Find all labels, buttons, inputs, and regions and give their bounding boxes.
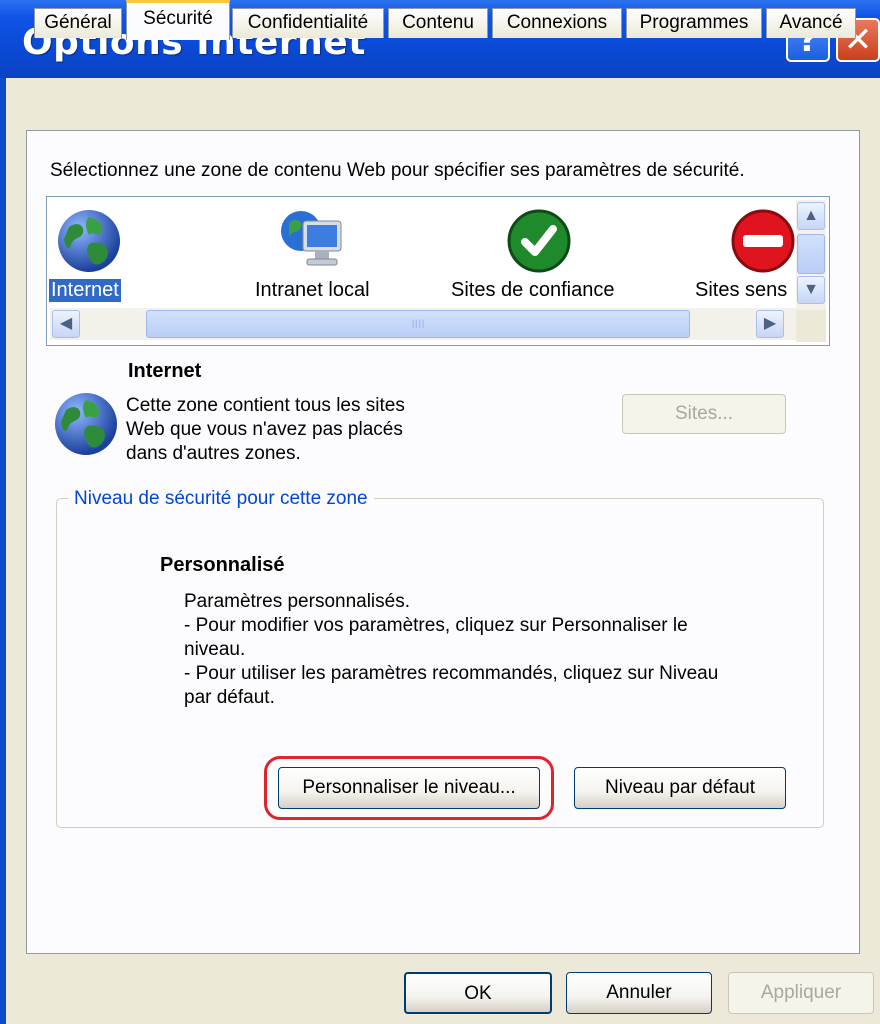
- security-level-title: Personnalisé: [160, 554, 285, 576]
- intranet-icon[interactable]: [277, 207, 345, 275]
- level-desc-line: Paramètres personnalisés.: [184, 591, 410, 612]
- level-desc-line: par défaut.: [184, 687, 275, 708]
- custom-level-button[interactable]: Personnaliser le niveau...: [278, 767, 540, 809]
- ok-button[interactable]: OK: [404, 972, 552, 1014]
- zone-instruction: Sélectionnez une zone de contenu Web pou…: [50, 160, 745, 181]
- security-level-description: Paramètres personnalisés. - Pour modifie…: [184, 590, 804, 710]
- tab-advanced[interactable]: Avancé: [766, 8, 856, 38]
- vertical-scrollbar[interactable]: ▲ ▼: [796, 200, 826, 310]
- zone-label-internet[interactable]: Internet: [49, 279, 121, 302]
- tab-privacy[interactable]: Confidentialité: [232, 8, 384, 38]
- scroll-right-button[interactable]: ▶: [756, 310, 784, 338]
- zone-label-trusted[interactable]: Sites de confiance: [451, 279, 614, 302]
- zone-desc-line: Cette zone contient tous les sites: [126, 395, 405, 416]
- tab-programs[interactable]: Programmes: [626, 8, 762, 38]
- horizontal-scrollbar[interactable]: ◀ IIII ▶: [50, 308, 796, 340]
- zone-desc-line: dans d'autres zones.: [126, 443, 301, 464]
- default-level-button[interactable]: Niveau par défaut: [574, 767, 786, 809]
- scrollbar-corner: [796, 310, 826, 342]
- scroll-up-button[interactable]: ▲: [797, 202, 825, 230]
- tab-general[interactable]: Général: [34, 8, 122, 38]
- horizontal-scroll-thumb[interactable]: IIII: [146, 310, 690, 338]
- selected-zone-title: Internet: [128, 360, 202, 382]
- zone-label-restricted[interactable]: Sites sens: [695, 279, 787, 302]
- tab-security[interactable]: Sécurité: [126, 0, 230, 40]
- zone-label-intranet[interactable]: Intranet local: [255, 279, 370, 302]
- selected-zone-description: Cette zone contient tous les sites Web q…: [126, 394, 506, 466]
- tab-content[interactable]: Contenu: [388, 8, 488, 38]
- cancel-button[interactable]: Annuler: [566, 972, 712, 1014]
- zone-desc-line: Web que vous n'avez pas placés: [126, 419, 403, 440]
- red-no-entry-icon[interactable]: [729, 207, 797, 275]
- globe-icon: [55, 393, 117, 455]
- tab-connections[interactable]: Connexions: [492, 8, 622, 38]
- apply-button[interactable]: Appliquer: [728, 972, 874, 1014]
- level-desc-line: - Pour utiliser les paramètres recommand…: [184, 663, 719, 684]
- sites-button[interactable]: Sites...: [622, 394, 786, 434]
- globe-icon[interactable]: [55, 207, 123, 275]
- vertical-scroll-thumb[interactable]: [797, 234, 825, 274]
- level-desc-line: - Pour modifier vos paramètres, cliquez …: [184, 615, 688, 636]
- scroll-down-button[interactable]: ▼: [797, 276, 825, 304]
- level-desc-line: niveau.: [184, 639, 246, 660]
- scroll-left-button[interactable]: ◀: [52, 310, 80, 338]
- green-check-icon[interactable]: [505, 207, 573, 275]
- security-level-legend: Niveau de sécurité pour cette zone: [68, 488, 374, 510]
